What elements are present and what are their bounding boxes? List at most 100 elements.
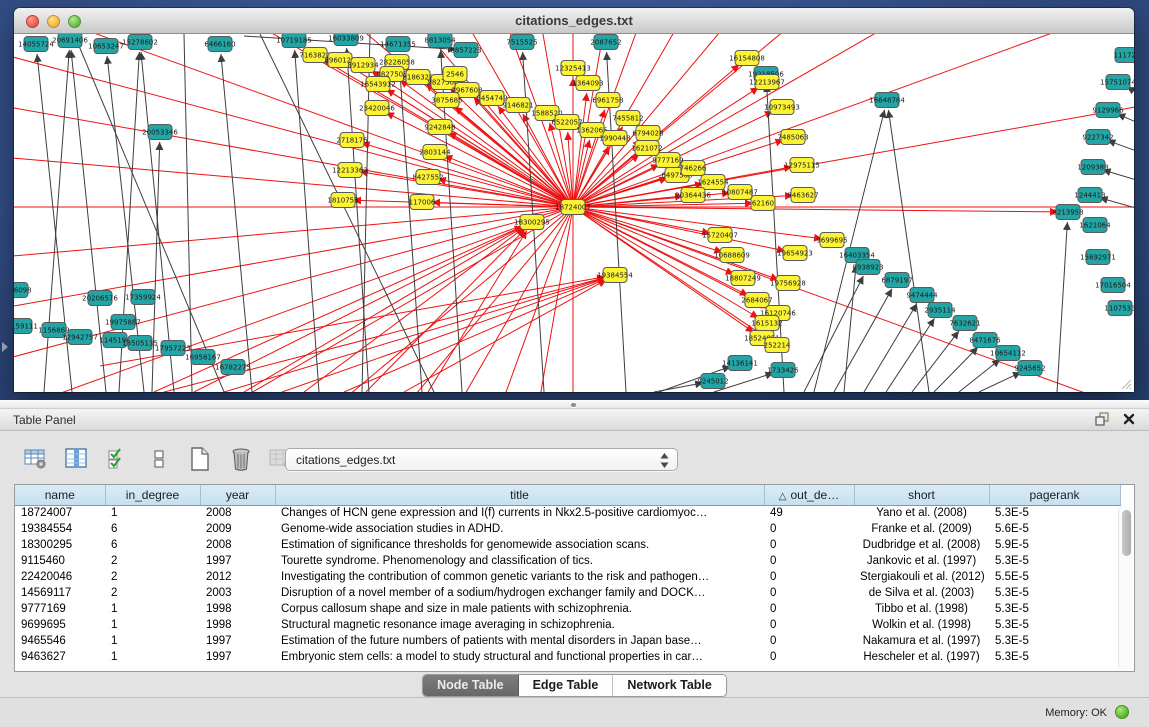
table-cell[interactable]: 6 [105,537,200,553]
network-window-titlebar[interactable]: citations_edges.txt [14,8,1134,34]
graph-node[interactable]: 1615132 [751,316,782,331]
window-minimize-button[interactable] [47,15,60,28]
graph-node[interactable]: 2803144 [419,145,451,160]
table-settings-button[interactable] [22,446,50,472]
table-cell[interactable]: Structural magnetic resonance image aver… [275,617,764,633]
table-cell[interactable]: 0 [764,649,854,665]
graph-node[interactable]: 9245012 [697,374,728,389]
table-row[interactable]: 969969511998Structural magnetic resonanc… [15,617,1120,633]
panel-splitter[interactable] [0,400,1149,409]
table-cell[interactable]: 0 [764,585,854,601]
graph-node[interactable]: 12213363 [332,163,368,178]
table-cell[interactable]: 0 [764,617,854,633]
graph-node[interactable]: 10973493 [764,100,800,115]
graph-edge[interactable] [834,289,892,392]
table-cell[interactable]: 18724007 [15,505,105,521]
table-cell[interactable]: 0 [764,633,854,649]
table-cell[interactable]: 0 [764,601,854,617]
table-cell[interactable]: Tibbo et al. (1998) [854,601,989,617]
column-header-in_degree[interactable]: in_degree [105,485,200,505]
graph-edge[interactable] [295,50,319,392]
graph-edge[interactable] [573,34,811,207]
graph-edge[interactable] [14,34,573,207]
table-cell[interactable]: 6 [105,521,200,537]
graph-node[interactable]: 8813054 [424,34,456,48]
graph-node[interactable]: 10719185 [276,34,312,48]
graph-node[interactable]: 8427552 [412,170,443,185]
table-cell[interactable]: 18300295 [15,537,105,553]
graph-edge[interactable] [1107,140,1134,156]
graph-node[interactable]: 19159111 [14,319,38,334]
table-cell[interactable]: Genome-wide association studies in ADHD. [275,521,764,537]
table-cell[interactable]: 9699695 [15,617,105,633]
table-cell[interactable]: 2 [105,585,200,601]
select-columns-button[interactable] [63,446,91,472]
graph-edge[interactable] [454,207,573,392]
graph-node[interactable]: 9242848 [424,120,455,135]
graph-node[interactable]: 6879197 [881,273,912,288]
graph-edge[interactable] [123,207,573,392]
float-panel-icon[interactable] [1095,412,1110,426]
graph-node[interactable]: 6794028 [632,126,663,141]
table-cell[interactable]: 5.3E-5 [989,617,1120,633]
graph-node[interactable]: 9129966 [1092,103,1124,118]
table-scrollbar[interactable] [1118,506,1133,670]
graph-edge[interactable] [14,34,573,207]
graph-edge[interactable] [864,304,917,392]
table-cell[interactable]: 2 [105,569,200,585]
table-cell[interactable]: Estimation of the future numbers of pati… [275,633,764,649]
network-graph[interactable]: 1405572420691406106532471527860264661601… [14,34,1134,392]
table-cell[interactable]: 0 [764,521,854,537]
tab-network-table[interactable]: Network Table [613,675,726,696]
graph-node[interactable]: 117006 [409,195,436,210]
graph-node[interactable]: 15278602 [122,35,158,50]
table-cell[interactable]: 1 [105,617,200,633]
graph-node[interactable]: 20053346 [142,125,178,140]
graph-node[interactable]: 12975115 [784,158,820,173]
table-cell[interactable]: Estimation of significance thresholds fo… [275,537,764,553]
graph-node[interactable]: 7632621 [949,316,980,331]
graph-node[interactable]: 746266 [680,161,707,176]
table-cell[interactable]: 0 [764,569,854,585]
table-cell[interactable]: 9115460 [15,553,105,569]
table-cell[interactable]: 5.5E-5 [989,569,1120,585]
graph-edge[interactable] [888,110,929,392]
graph-edge[interactable] [260,34,434,392]
graph-edge[interactable] [184,34,192,392]
table-cell[interactable]: 5.3E-5 [989,633,1120,649]
graph-node[interactable]: 16154808 [729,51,765,66]
table-cell[interactable]: Investigating the contribution of common… [275,569,764,585]
graph-node[interactable]: 16648784 [869,93,905,108]
table-cell[interactable]: 49 [764,505,854,521]
graph-node[interactable]: 9474444 [906,288,938,303]
graph-node[interactable]: 2935114 [924,303,956,318]
close-panel-icon[interactable] [1123,413,1135,425]
column-header-title[interactable]: title [275,485,764,505]
table-row[interactable]: 1830029562008Estimation of significance … [15,537,1120,553]
graph-node[interactable]: 9463627 [787,188,818,203]
graph-node[interactable]: 9699695 [816,233,847,248]
table-row[interactable]: 1456911722003Disruption of a novel membe… [15,585,1120,601]
table-cell[interactable]: Jankovic et al. (1997) [854,553,989,569]
table-row[interactable]: 946362711997Embryonic stem cells: a mode… [15,649,1120,665]
graph-node[interactable]: 111725 [1114,48,1134,63]
graph-node[interactable]: 1990448 [599,131,630,146]
show-hide-rows-button[interactable] [104,446,132,472]
table-cell[interactable]: 2012 [200,569,275,585]
graph-edge[interactable] [979,372,1021,392]
table-cell[interactable]: 1 [105,505,200,521]
graph-edge[interactable] [654,383,703,392]
graph-node[interactable]: 1107533 [1104,301,1134,316]
table-cell[interactable]: 1 [105,633,200,649]
column-header-name[interactable]: name [15,485,105,505]
table-cell[interactable]: 2 [105,553,200,569]
graph-node[interactable]: 17359924 [125,290,161,305]
graph-node[interactable]: 10654112 [990,346,1026,361]
graph-edge[interactable] [573,207,1058,212]
resize-grip-icon[interactable] [1119,377,1132,390]
graph-edge[interactable] [844,265,856,392]
graph-node[interactable]: 15751074 [1100,75,1134,90]
table-cell[interactable]: 5.3E-5 [989,585,1120,601]
graph-node[interactable]: 252214 [764,338,791,353]
graph-node[interactable]: 1986098 [14,283,32,298]
